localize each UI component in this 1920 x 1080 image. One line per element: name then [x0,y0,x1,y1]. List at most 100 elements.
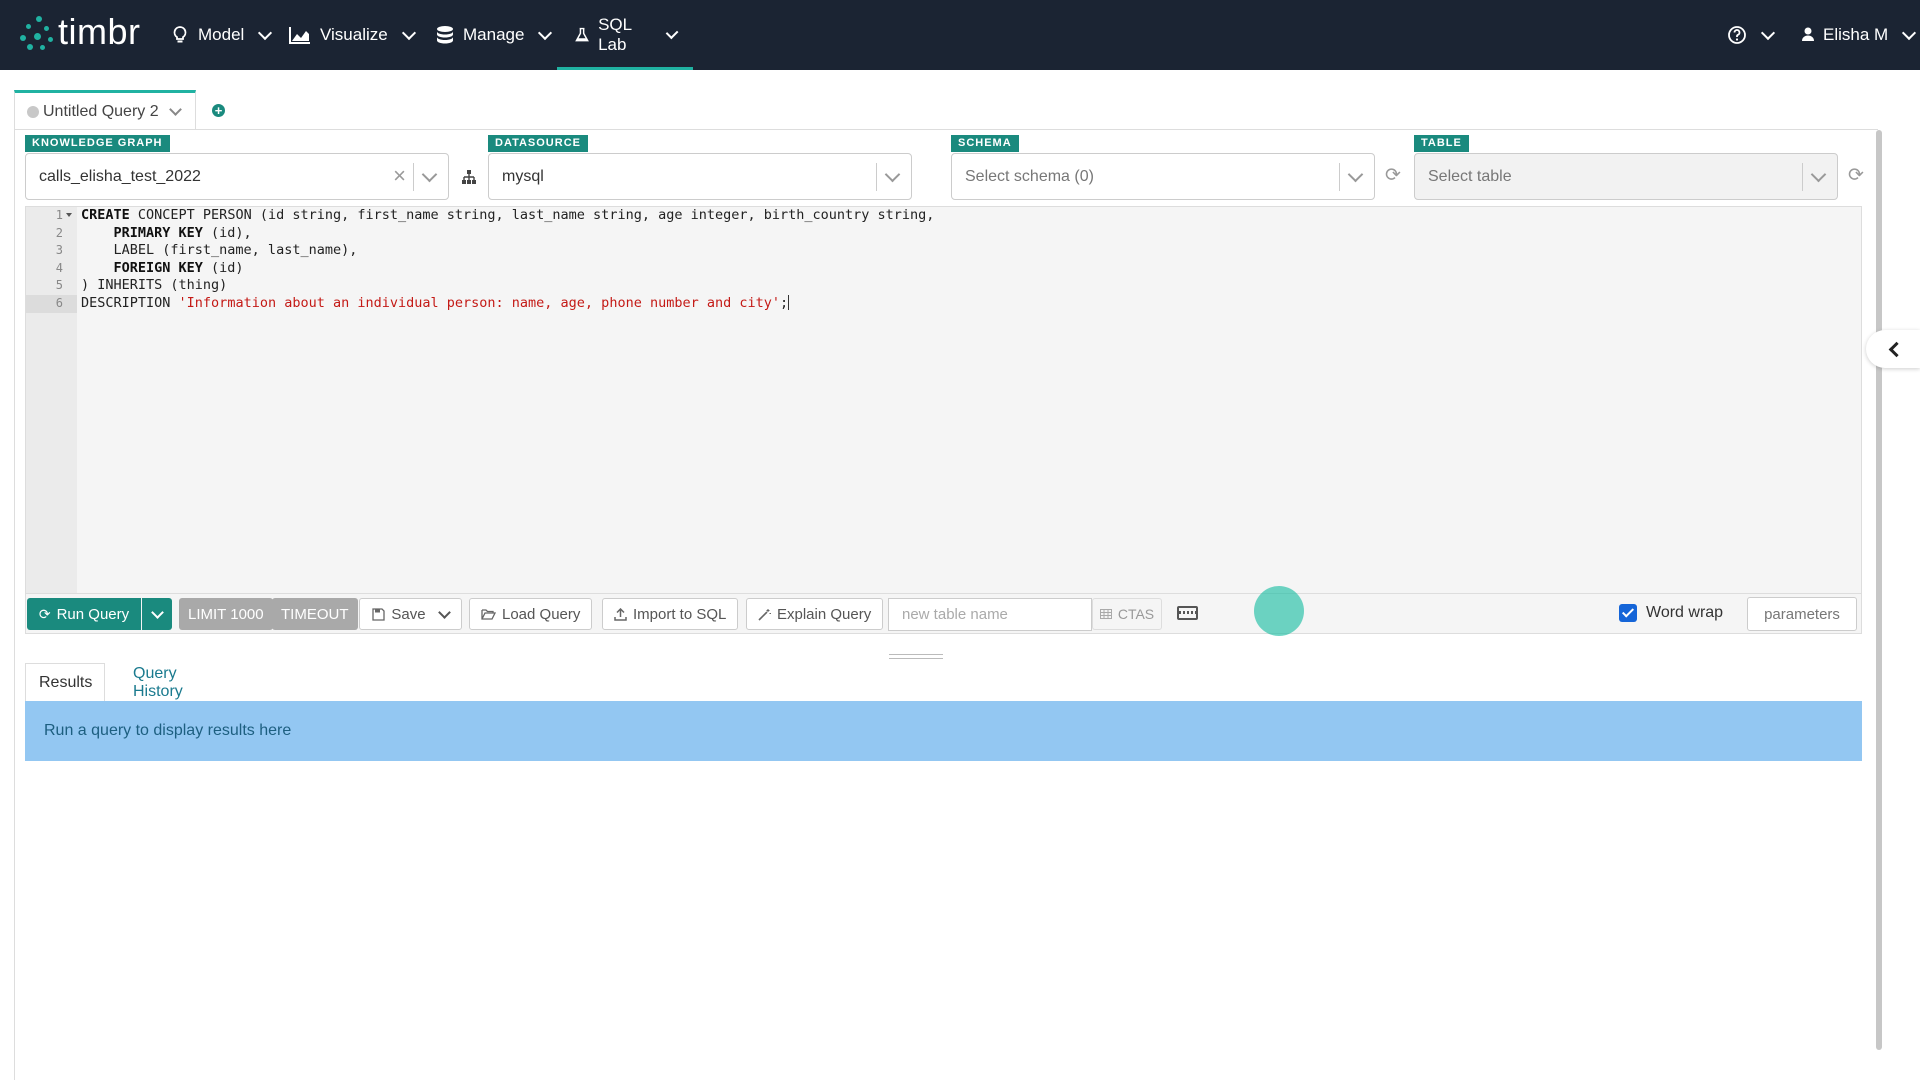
chevron-down-icon[interactable] [884,166,901,183]
lightbulb-icon [173,26,187,43]
datasource-select[interactable]: mysql [488,153,912,200]
chevron-down-icon [1902,25,1917,40]
plus-circle-icon[interactable]: + [212,104,225,117]
run-query-button[interactable]: ⟳ Run Query [27,598,141,630]
chevron-down-icon[interactable] [1810,166,1827,183]
new-table-name-input[interactable]: new table name [888,598,1092,631]
code-line[interactable]: ) INHERITS (thing) [81,277,1861,295]
chevron-down-icon[interactable] [421,166,438,183]
editor-code[interactable]: CREATE CONCEPT PERSON (id string, first_… [81,207,1861,313]
logo-text: timbr [58,11,141,52]
user-name: Elisha M [1823,25,1889,44]
chevron-down-icon[interactable] [168,103,182,116]
schema-placeholder: Select schema (0) [965,167,1094,185]
collapse-panel-button[interactable] [1866,330,1920,368]
hierarchy-icon[interactable] [461,169,477,185]
table-icon [1099,609,1112,619]
tab-query-history[interactable]: Query History [133,663,196,703]
chevron-down-icon [665,25,679,40]
chevron-down-icon [538,25,553,40]
nav-visualize-label: Visualize [320,25,388,44]
fold-arrow-icon[interactable] [66,213,72,217]
chevron-down-icon [258,25,273,40]
nav-model-label: Model [198,25,245,44]
code-line[interactable]: DESCRIPTION 'Information about an indivi… [81,295,1861,313]
user-menu[interactable]: Elisha M [1801,0,1917,70]
select-divider [876,163,877,191]
magic-wand-icon [758,608,771,621]
chevron-down-icon [401,25,416,40]
explain-query-button[interactable]: Explain Query [746,598,884,630]
select-divider [413,163,414,191]
nav-model[interactable]: Model [170,0,273,70]
clear-icon[interactable]: × [393,164,406,188]
editor-toolbar: ⟳ Run Query LIMIT 1000 TIMEOUT Save Load… [25,586,1862,636]
database-icon [437,26,453,44]
word-wrap-checkbox[interactable] [1619,604,1637,622]
chevron-down-icon[interactable] [1347,166,1364,183]
code-keyword: PRIMARY KEY [113,224,203,241]
knowledge-graph-select[interactable]: calls_elisha_test_2022 × [25,153,449,200]
timbr-logo[interactable]: timbr [18,11,141,54]
table-label: TABLE [1414,135,1469,152]
word-wrap-toggle[interactable]: Word wrap [1619,604,1723,622]
select-divider [1802,163,1803,191]
chevron-down-icon [437,605,451,619]
knowledge-graph-selector: KNOWLEDGE GRAPH calls_elisha_test_2022 × [25,135,485,200]
save-label: Save [391,605,426,623]
schema-selector: SCHEMA Select schema (0) ⟳ [951,135,1411,200]
sql-editor[interactable]: 123456 CREATE CONCEPT PERSON (id string,… [25,206,1862,594]
parameters-button[interactable]: parameters [1747,597,1857,631]
save-button[interactable]: Save [359,598,462,630]
keyboard-icon[interactable] [1177,606,1198,620]
code-line[interactable]: FOREIGN KEY (id) [81,260,1861,278]
flask-icon [575,27,589,42]
query-tab[interactable]: Untitled Query 2 [14,90,196,130]
page-scrollbar[interactable] [1876,130,1882,1050]
schema-select[interactable]: Select schema (0) [951,153,1375,200]
limit-button[interactable]: LIMIT 1000 [179,598,273,630]
code-text: LABEL (first_name, last_name), [81,242,358,259]
code-line[interactable]: PRIMARY KEY (id), [81,225,1861,243]
select-divider [1339,163,1340,191]
line-number: 2 [55,225,63,240]
refresh-icon[interactable]: ⟳ [1848,164,1864,187]
logo-dots-icon [18,16,56,52]
code-text: (id) [202,259,244,276]
run-options-dropdown[interactable] [142,598,172,630]
nav-visualize[interactable]: Visualize [288,0,416,70]
chevron-down-icon [150,605,164,619]
timeout-button[interactable]: TIMEOUT [272,598,358,630]
nav-manage[interactable]: Manage [435,0,553,70]
help-icon [1728,26,1746,44]
code-text: ) INHERITS (thing) [81,277,228,294]
upload-icon [614,607,627,621]
editor-gutter: 123456 [26,207,77,593]
limit-label: LIMIT 1000 [188,605,264,623]
line-number: 6 [26,294,77,313]
refresh-icon[interactable]: ⟳ [1385,164,1401,187]
code-line[interactable]: CREATE CONCEPT PERSON (id string, first_… [81,207,1861,225]
nav-sql-lab[interactable]: SQL Lab [557,0,693,70]
datasource-value: mysql [502,167,544,185]
datasource-label: DATASOURCE [488,135,588,152]
nav-sql-lab-label: SQL Lab [598,15,632,54]
code-keyword: FOREIGN KEY [113,259,203,276]
new-table-name-placeholder: new table name [902,606,1008,623]
table-placeholder: Select table [1428,167,1512,185]
mouse-cursor-indicator [1254,586,1304,636]
load-query-button[interactable]: Load Query [469,598,593,630]
code-line[interactable]: LABEL (first_name, last_name), [81,242,1861,260]
chart-icon [289,27,310,44]
help-menu[interactable] [1727,0,1776,70]
text-cursor [788,295,790,311]
code-keyword: CREATE [81,207,130,223]
import-to-sql-button[interactable]: Import to SQL [602,598,739,630]
ctas-button[interactable]: CTAS [1092,598,1162,630]
chevron-down-icon [1760,25,1776,40]
table-select[interactable]: Select table [1414,153,1838,200]
resize-handle[interactable] [889,654,943,659]
tab-results[interactable]: Results [25,663,105,703]
